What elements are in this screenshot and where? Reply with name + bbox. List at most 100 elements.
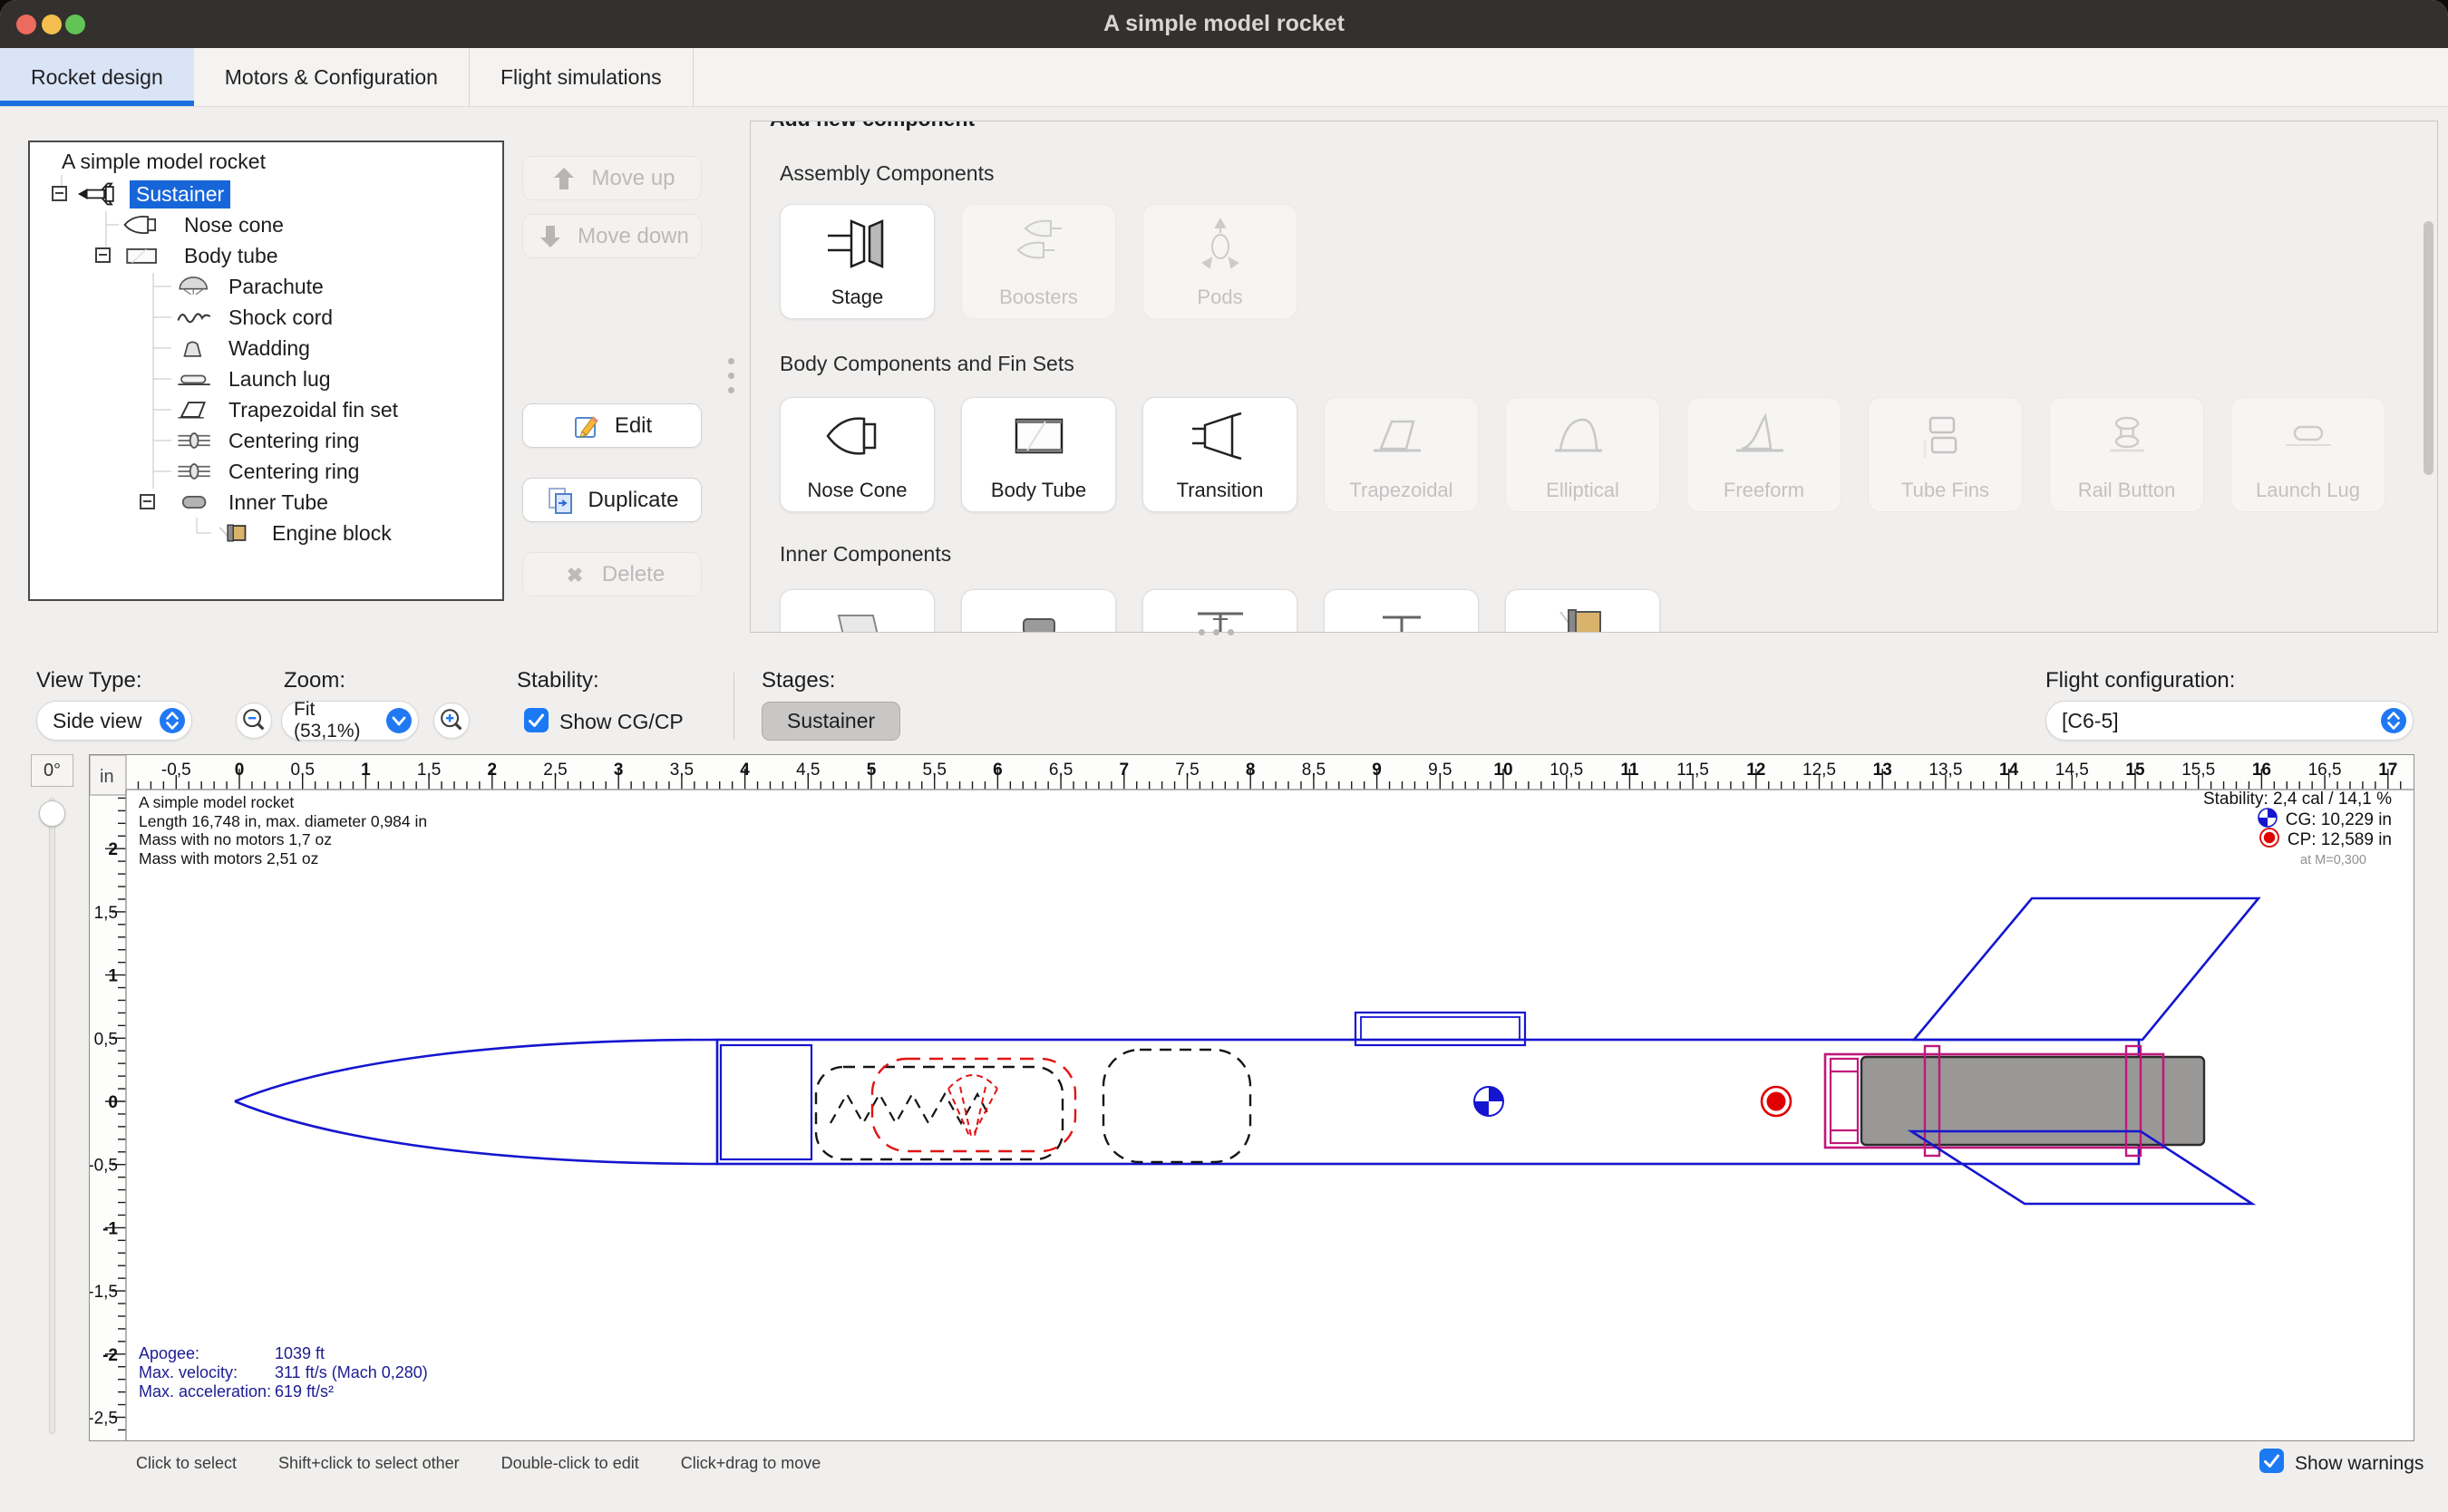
parachute-icon bbox=[172, 273, 218, 300]
edit-icon bbox=[572, 411, 603, 441]
cg-marker bbox=[1474, 1087, 1503, 1116]
zoom-label: Zoom: bbox=[284, 668, 345, 693]
scrollbar-thumb[interactable] bbox=[2424, 221, 2433, 475]
inner-tube-tile-tile[interactable] bbox=[961, 589, 1116, 633]
show-cg-cp-checkbox[interactable] bbox=[524, 708, 549, 732]
tree-item-body-tube[interactable]: Body tube bbox=[30, 240, 502, 271]
stat-value: 1039 ft bbox=[275, 1344, 325, 1362]
svg-text:9: 9 bbox=[1372, 761, 1382, 780]
nose-cone-tile[interactable]: Nose Cone bbox=[780, 397, 935, 512]
svg-text:-1: -1 bbox=[102, 1219, 118, 1238]
svg-text:13: 13 bbox=[1873, 761, 1892, 780]
launch-lug-inner bbox=[1361, 1017, 1520, 1040]
tree-item-launch-lug[interactable]: Launch lug bbox=[30, 363, 502, 394]
engine-block-tile-tile[interactable] bbox=[1505, 589, 1660, 633]
tree-item-shock-cord[interactable]: Shock cord bbox=[30, 302, 502, 333]
svg-text:-1,5: -1,5 bbox=[90, 1283, 118, 1302]
tile-label: Stage bbox=[781, 286, 934, 309]
tab-motors-configuration[interactable]: Motors & Configuration bbox=[194, 48, 470, 106]
zoom-in-button[interactable] bbox=[433, 703, 470, 739]
svg-text:8: 8 bbox=[1246, 761, 1256, 780]
svg-text:5,5: 5,5 bbox=[922, 761, 946, 780]
rocket-mass-empty: Mass with no motors 1,7 oz bbox=[139, 830, 427, 849]
tree-root[interactable]: A simple model rocket bbox=[62, 150, 266, 174]
nose-cone-outline bbox=[235, 1040, 717, 1164]
engine-block-lines bbox=[1831, 1071, 1858, 1130]
tree-expander-icon[interactable] bbox=[140, 494, 155, 509]
sleeve-tile[interactable] bbox=[780, 589, 935, 633]
rail-button-tile: Rail Button bbox=[2049, 397, 2204, 512]
cg-value: CG: 10,229 in bbox=[2286, 810, 2392, 830]
svg-text:1,5: 1,5 bbox=[417, 761, 441, 780]
sleeve-icon bbox=[817, 601, 899, 633]
rocket-name: A simple model rocket bbox=[139, 793, 427, 812]
svg-text:1,5: 1,5 bbox=[94, 904, 118, 923]
body-tube-tile[interactable]: Body Tube bbox=[961, 397, 1116, 512]
edit-button[interactable]: Edit bbox=[522, 403, 702, 448]
wadding-outline bbox=[1103, 1050, 1250, 1162]
svg-text:-0,5: -0,5 bbox=[161, 761, 191, 780]
bulkhead-tile[interactable] bbox=[1324, 589, 1479, 633]
view-type-select[interactable]: Side view bbox=[36, 701, 192, 741]
svg-text:7: 7 bbox=[1120, 761, 1130, 780]
tree-item-sustainer[interactable]: Sustainer bbox=[30, 179, 502, 209]
tree-item-wadding[interactable]: Wadding bbox=[30, 333, 502, 363]
tab-flight-simulations[interactable]: Flight simulations bbox=[470, 48, 694, 106]
tree-item-centering-ring[interactable]: Centering ring bbox=[30, 425, 502, 456]
stage-toggle-sustainer[interactable]: Sustainer bbox=[762, 702, 900, 741]
tree-item-parachute[interactable]: Parachute bbox=[30, 271, 502, 302]
freeform-icon bbox=[1724, 409, 1805, 463]
svg-text:0: 0 bbox=[235, 761, 245, 780]
tree-item-inner-tube[interactable]: Inner Tube bbox=[30, 487, 502, 518]
stability-label: Stability: bbox=[517, 668, 599, 693]
svg-text:-2,5: -2,5 bbox=[90, 1410, 118, 1429]
svg-text:-2: -2 bbox=[102, 1346, 118, 1365]
coupler-icon bbox=[1180, 601, 1261, 633]
horizontal-splitter-handle[interactable] bbox=[1199, 629, 1234, 635]
centering-ring-icon bbox=[172, 458, 218, 485]
zoom-out-button[interactable] bbox=[236, 703, 272, 739]
svg-text:11: 11 bbox=[1620, 761, 1639, 780]
chevron-down-icon bbox=[385, 707, 413, 734]
stage-toggle-label: Sustainer bbox=[787, 709, 875, 733]
svg-text:11,5: 11,5 bbox=[1676, 761, 1709, 780]
checkbox-checked-icon bbox=[2259, 1449, 2284, 1473]
tree-expander-icon[interactable] bbox=[52, 186, 67, 201]
svg-text:2,5: 2,5 bbox=[543, 761, 567, 780]
tile-label: Launch Lug bbox=[2231, 479, 2385, 502]
tree-item-centering-ring[interactable]: Centering ring bbox=[30, 456, 502, 487]
svg-text:12: 12 bbox=[1746, 761, 1765, 780]
show-warnings-checkbox[interactable] bbox=[2259, 1449, 2284, 1478]
tile-label: Boosters bbox=[962, 286, 1115, 309]
pods-icon bbox=[1180, 216, 1261, 270]
hint-click-to-select: Click to select bbox=[136, 1454, 237, 1473]
stage-tile[interactable]: Stage bbox=[780, 204, 935, 319]
tab-rocket-design[interactable]: Rocket design bbox=[0, 48, 194, 106]
zoom-select[interactable]: Fit (53,1%) bbox=[281, 701, 419, 741]
flight-stat-row: Apogee:1039 ft bbox=[139, 1344, 428, 1363]
transition-tile[interactable]: Transition bbox=[1142, 397, 1297, 512]
flight-configuration-select[interactable]: [C6-5] bbox=[2045, 701, 2414, 741]
svg-text:10,5: 10,5 bbox=[1549, 761, 1583, 780]
button-label: Duplicate bbox=[588, 488, 678, 513]
move-up-button: Move up bbox=[522, 156, 702, 200]
stages-label: Stages: bbox=[762, 668, 835, 693]
tree-item-trapezoidal-fin-set[interactable]: Trapezoidal fin set bbox=[30, 394, 502, 425]
svg-text:7,5: 7,5 bbox=[1175, 761, 1199, 780]
vertical-splitter-handle[interactable] bbox=[728, 358, 734, 393]
rocket-design-view[interactable]: -0,500,511,522,533,544,555,566,577,588,5… bbox=[89, 754, 2414, 1441]
tree-item-engine-block[interactable]: Engine block bbox=[30, 518, 502, 548]
rotation-slider-track[interactable] bbox=[49, 798, 55, 1434]
svg-text:16,5: 16,5 bbox=[2308, 761, 2342, 780]
tree-item-nose-cone[interactable]: Nose cone bbox=[30, 209, 502, 240]
coupler-tile[interactable] bbox=[1142, 589, 1297, 633]
shock-cord-outline bbox=[816, 1067, 1063, 1159]
duplicate-button[interactable]: Duplicate bbox=[522, 478, 702, 522]
tree-item-label: Engine block bbox=[266, 519, 398, 548]
svg-text:5: 5 bbox=[867, 761, 877, 780]
section-label-inner-components: Inner Components bbox=[780, 542, 951, 567]
duplicate-icon bbox=[545, 485, 576, 516]
tree-expander-icon[interactable] bbox=[95, 247, 111, 263]
parachute-outline bbox=[872, 1059, 1075, 1151]
rotation-slider-knob[interactable] bbox=[39, 800, 65, 827]
